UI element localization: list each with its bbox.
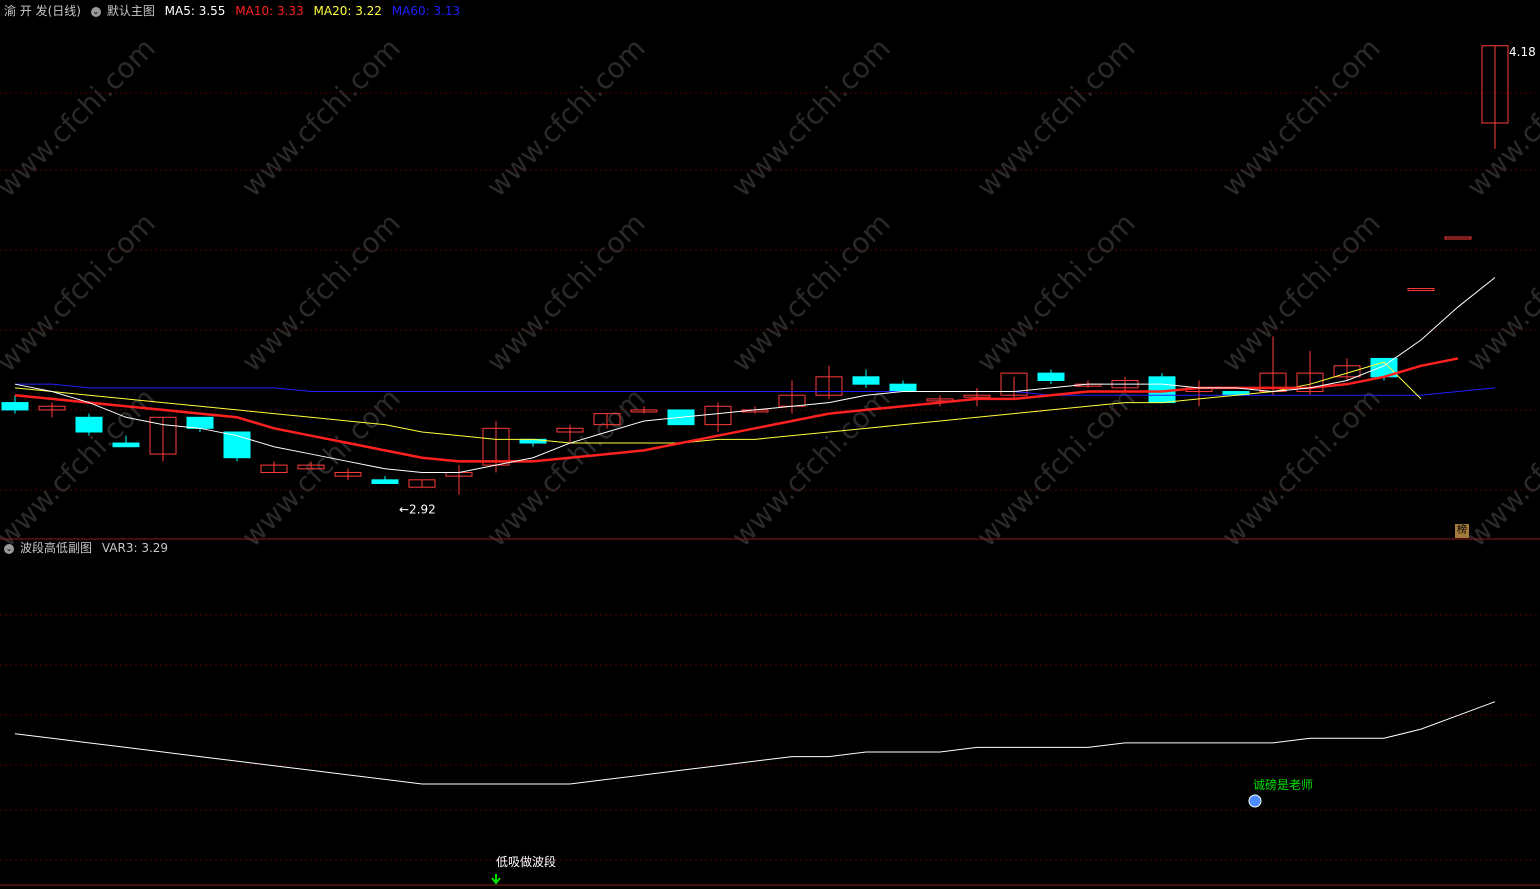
candle-body <box>75 416 103 433</box>
candle-body <box>852 376 880 385</box>
high-price-label: 4.18 <box>1509 45 1536 59</box>
candle-body <box>1037 372 1065 381</box>
buy-signal-label: 低吸做波段 <box>496 854 556 869</box>
stock-chart-app: www.cfchi.com www.cfchi.com www.cfchi.com w… <box>0 0 1540 889</box>
candle-body <box>889 383 917 393</box>
chart-svg[interactable]: 4.18 ←2.92 低吸做波段 诚磅是老师 <box>0 0 1540 889</box>
candle-body <box>112 442 140 448</box>
var3-line <box>14 701 1496 785</box>
candle-body <box>1444 236 1472 240</box>
bang-badge[interactable]: 榜 <box>1455 524 1469 538</box>
low-price-label: ←2.92 <box>399 502 436 516</box>
note-label: 诚磅是老师 <box>1253 777 1313 792</box>
buy-arrow-icon <box>491 874 501 885</box>
candle-body <box>371 479 399 485</box>
candle-body <box>186 416 214 429</box>
ball-icon <box>1248 794 1262 808</box>
candle-body <box>1407 288 1435 292</box>
candle-body <box>1 402 29 411</box>
